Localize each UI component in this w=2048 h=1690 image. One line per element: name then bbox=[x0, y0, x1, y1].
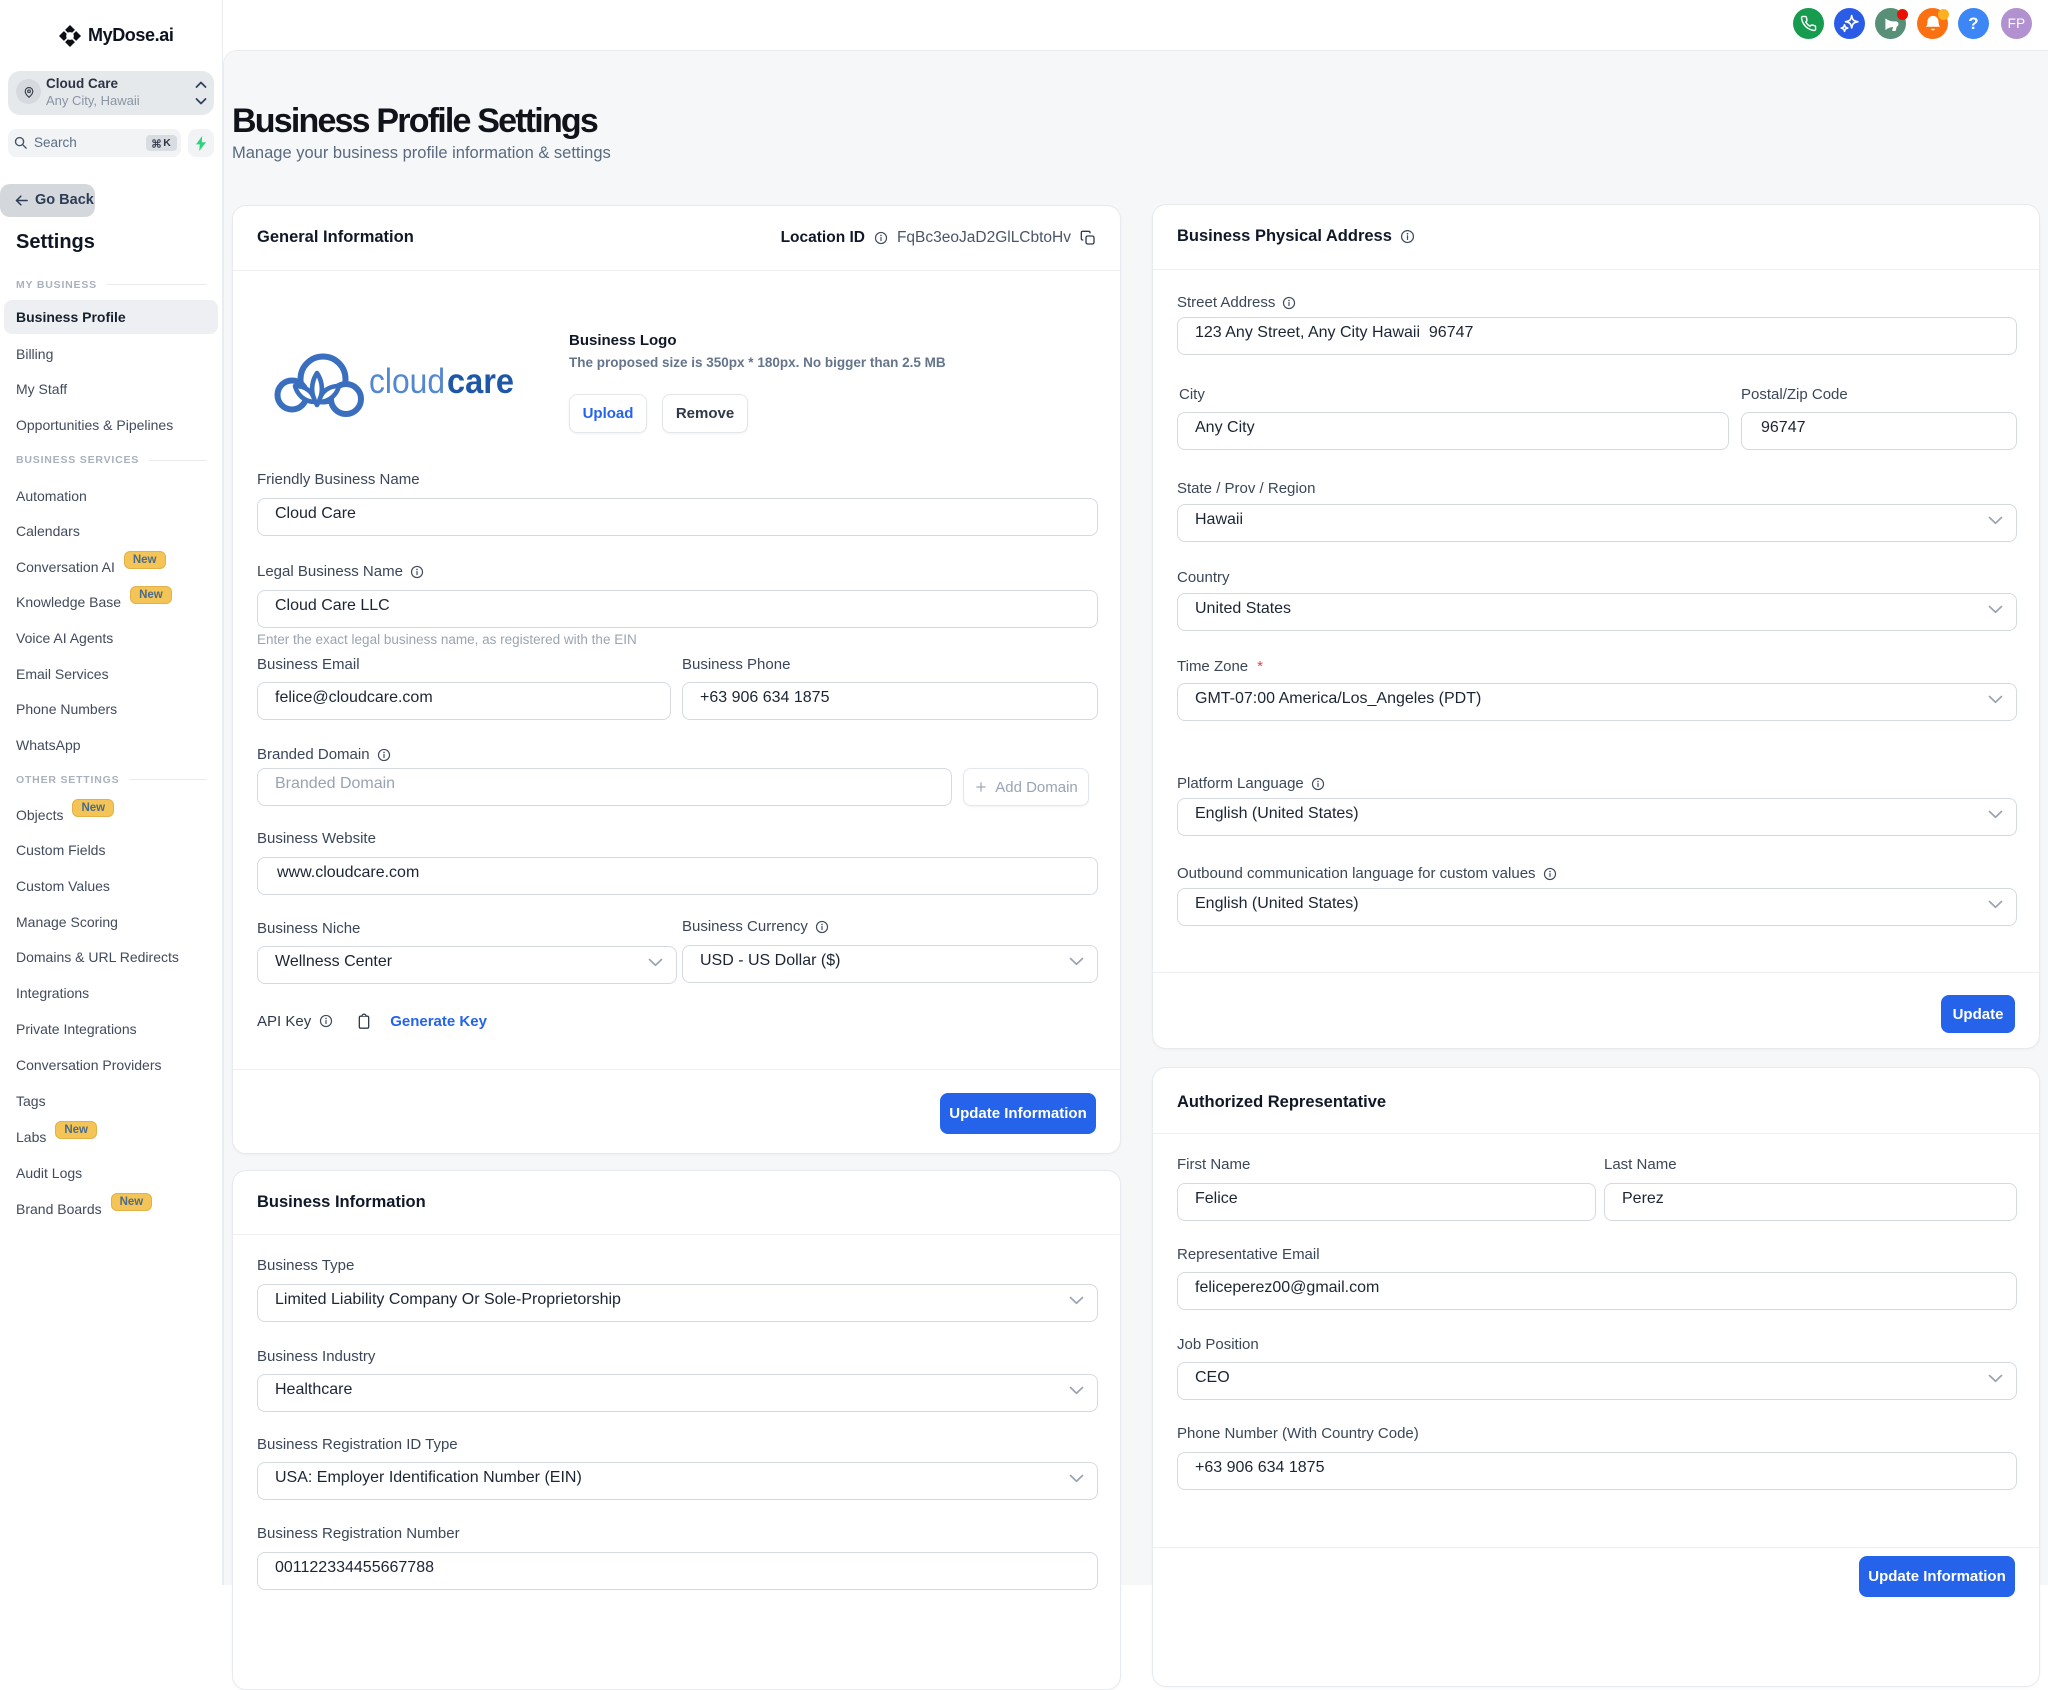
svg-text:cloud: cloud bbox=[369, 362, 445, 401]
svg-text:care: care bbox=[447, 362, 514, 401]
